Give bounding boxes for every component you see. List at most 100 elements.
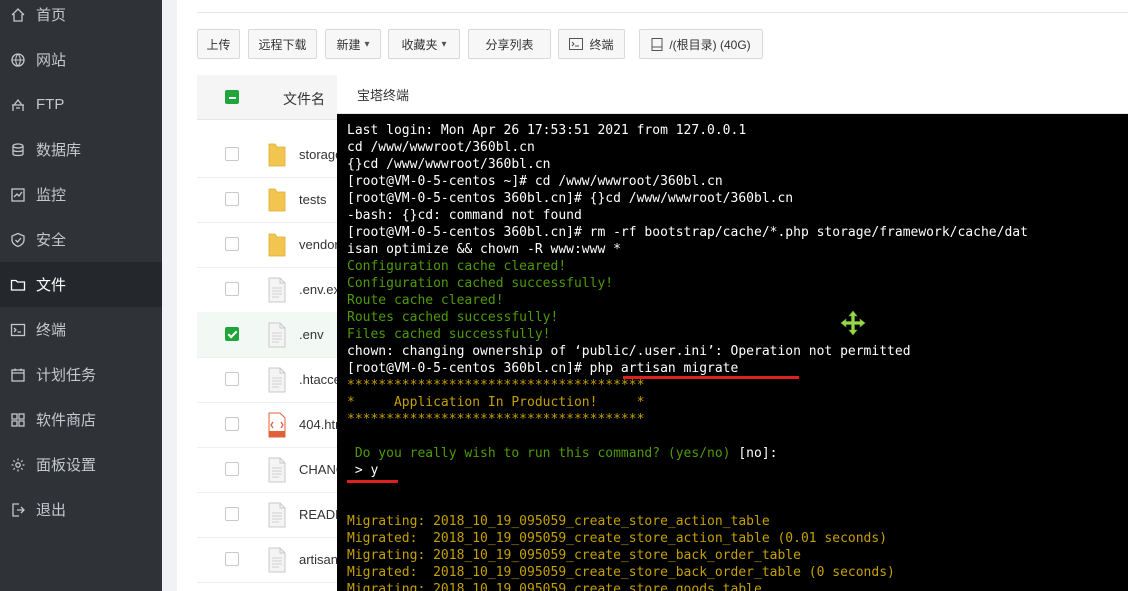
row-checkbox[interactable] [225,462,239,476]
globe-icon [10,52,26,68]
sidebar-item-label: 面板设置 [36,457,97,474]
folder-icon [267,232,287,258]
remote-download-button[interactable]: 远程下载 [248,29,317,59]
row-checkbox[interactable] [225,147,239,161]
move-cursor-icon [840,310,866,336]
sidebar-item-label: 安全 [36,232,67,249]
disk-label: /(根目录) (40G) [669,37,751,52]
terminal-line: Configuration cache cleared! [347,259,567,274]
sidebar-item[interactable]: 软件商店 [0,397,162,442]
file-name[interactable]: storage [299,147,342,162]
row-checkbox[interactable] [225,282,239,296]
new-dropdown-button[interactable]: 新建 ▾ [325,29,381,59]
terminal-line: [root@VM-0-5-centos ~]# cd /www/wwwroot/… [347,174,723,189]
file-name[interactable]: artisan [299,552,338,567]
terminal-line: [root@VM-0-5-centos 360bl.cn]# php artis… [347,361,739,376]
favorites-dropdown-button[interactable]: 收藏夹 ▾ [388,29,460,59]
sidebar: 首页网站 FTP 数据库监控安全文件终端计划任务软件商店面板设置退出 [0,0,162,591]
terminal-dialog: 宝塔终端 Migrated: 2018_10_19_095059_create_… [337,71,1128,591]
highlight-underline [347,480,398,483]
file-icon [267,277,287,303]
terminal-line: Route cache cleared! [347,293,504,308]
terminal-line: ************************************** [347,412,645,427]
sidebar-item[interactable]: 网站 [0,37,162,82]
terminal-icon [569,38,584,50]
home-icon [10,7,26,23]
column-header-filename[interactable]: 文件名 [283,89,325,109]
sidebar-item-label: 文件 [36,277,67,294]
sidebar-item[interactable]: 终端 [0,307,162,352]
terminal-line: [root@VM-0-5-centos 360bl.cn]# rm -rf bo… [347,225,1028,240]
sidebar-item-label: 计划任务 [36,367,97,384]
upload-label: 上传 [206,37,231,52]
terminal-line: -bash: {}cd: command not found [347,208,582,223]
chevron-down-icon: ▾ [441,38,447,50]
sidebar-item-label: 终端 [36,322,67,339]
highlight-underline [623,376,799,379]
terminal-line: isan optimize && chown -R www:www * [347,242,621,257]
folder-icon [267,142,287,168]
sidebar-item[interactable]: 计划任务 [0,352,162,397]
sidebar-item[interactable]: 数据库 [0,127,162,172]
prompt-default: [no]: [730,446,778,461]
terminal-line: ************************************** [347,378,645,393]
folder-icon [10,277,26,293]
sidebar-item-label: 数据库 [36,142,82,159]
terminal-line: chown: changing ownership of ‘public/.us… [347,344,911,359]
sidebar-item-label: 网站 [36,52,67,69]
terminal-line: Routes cached successfully! [347,310,559,325]
gear-icon [10,457,26,473]
new-label: 新建 [336,37,361,52]
file-icon [267,367,287,393]
sidebar-item[interactable]: 首页 [0,0,162,37]
remote-download-label: 远程下载 [258,37,307,52]
sidebar-item[interactable]: 监控 [0,172,162,217]
terminal-prompt-line: Do you really wish to run this command? … [347,445,778,462]
sidebar-item-label: 软件商店 [36,412,97,429]
sidebar-item[interactable]: 面板设置 [0,442,162,487]
shield-icon [10,232,26,248]
terminal-label: 终端 [589,37,614,52]
row-checkbox[interactable] [225,417,239,431]
terminal-line: Migrating: 2018_10_19_095059_create_stor… [347,582,762,591]
sidebar-item-label: 首页 [36,7,67,24]
terminal-line: Migrating: 2018_10_19_095059_create_stor… [347,548,801,563]
sidebar-item[interactable]: FTP [0,82,162,127]
file-name[interactable]: vendor [299,237,339,252]
row-checkbox[interactable] [225,507,239,521]
ftp-icon [10,97,26,113]
terminal-screen[interactable]: Migrated: 2018_10_19_095059_create_store… [337,114,1128,591]
divider [197,12,1128,13]
terminal-line: {}cd /www/wwwroot/360bl.cn [347,157,551,172]
file-icon [267,547,287,573]
favorites-label: 收藏夹 [401,37,438,52]
disk-selector-button[interactable]: /(根目录) (40G) [639,29,763,59]
sidebar-item[interactable]: 文件 [0,262,162,307]
terminal-button[interactable]: 终端 [558,29,625,59]
sidebar-item-label: FTP [36,96,65,113]
chevron-down-icon: ▾ [364,38,370,50]
apps-icon [10,412,26,428]
terminal-line: Files cached successfully! [347,327,551,342]
select-all-checkbox[interactable] [225,90,239,104]
file-name[interactable]: tests [299,192,326,207]
disk-icon [651,37,663,51]
terminal-line: Last login: Mon Apr 26 17:53:51 2021 fro… [347,123,747,138]
row-checkbox[interactable] [225,552,239,566]
row-checkbox[interactable] [225,192,239,206]
sidebar-item[interactable]: 安全 [0,217,162,262]
database-icon [10,142,26,158]
logout-icon [10,502,26,518]
file-name[interactable]: .env [299,327,324,342]
share-list-button[interactable]: 分享列表 [468,29,551,59]
upload-button[interactable]: 上传 [197,29,240,59]
terminal-icon [10,322,26,338]
terminal-title-bar[interactable]: 宝塔终端 [337,71,1128,114]
row-checkbox[interactable] [225,237,239,251]
sidebar-item[interactable]: 退出 [0,487,162,532]
row-checkbox[interactable] [225,372,239,386]
calendar-icon [10,367,26,383]
sidebar-item-label: 监控 [36,187,67,204]
prompt-question: Do you really wish to run this command? … [347,446,731,461]
row-checkbox[interactable] [225,327,239,341]
